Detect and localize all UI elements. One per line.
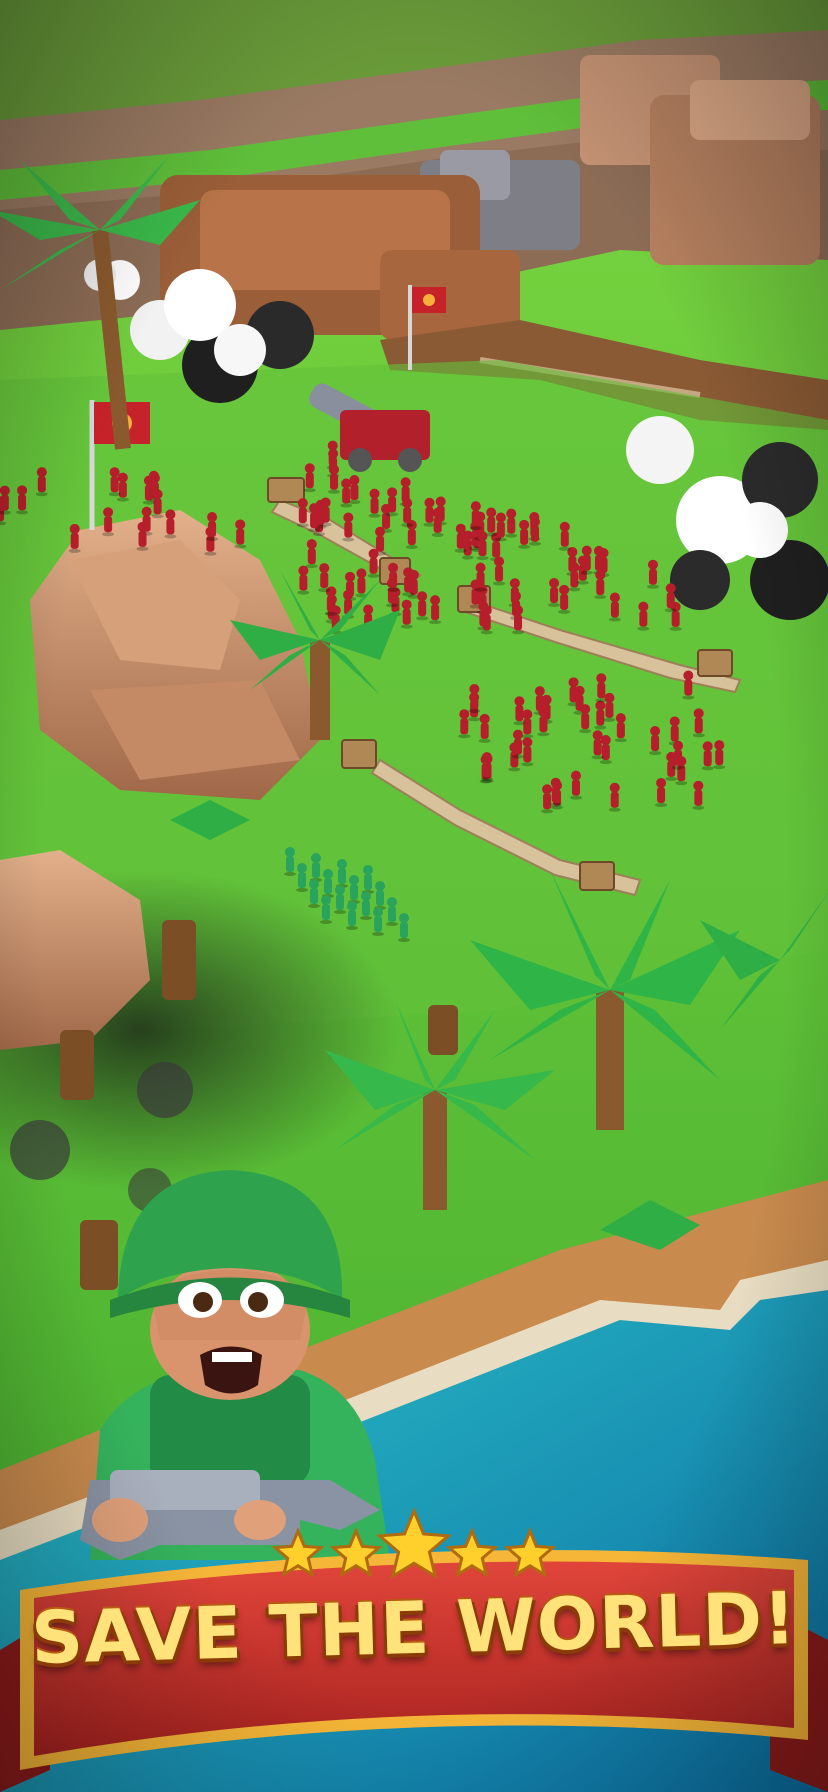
game-scene: SAVE THE WORLD! [0, 0, 828, 1792]
battlefield-illustration [0, 0, 828, 1792]
